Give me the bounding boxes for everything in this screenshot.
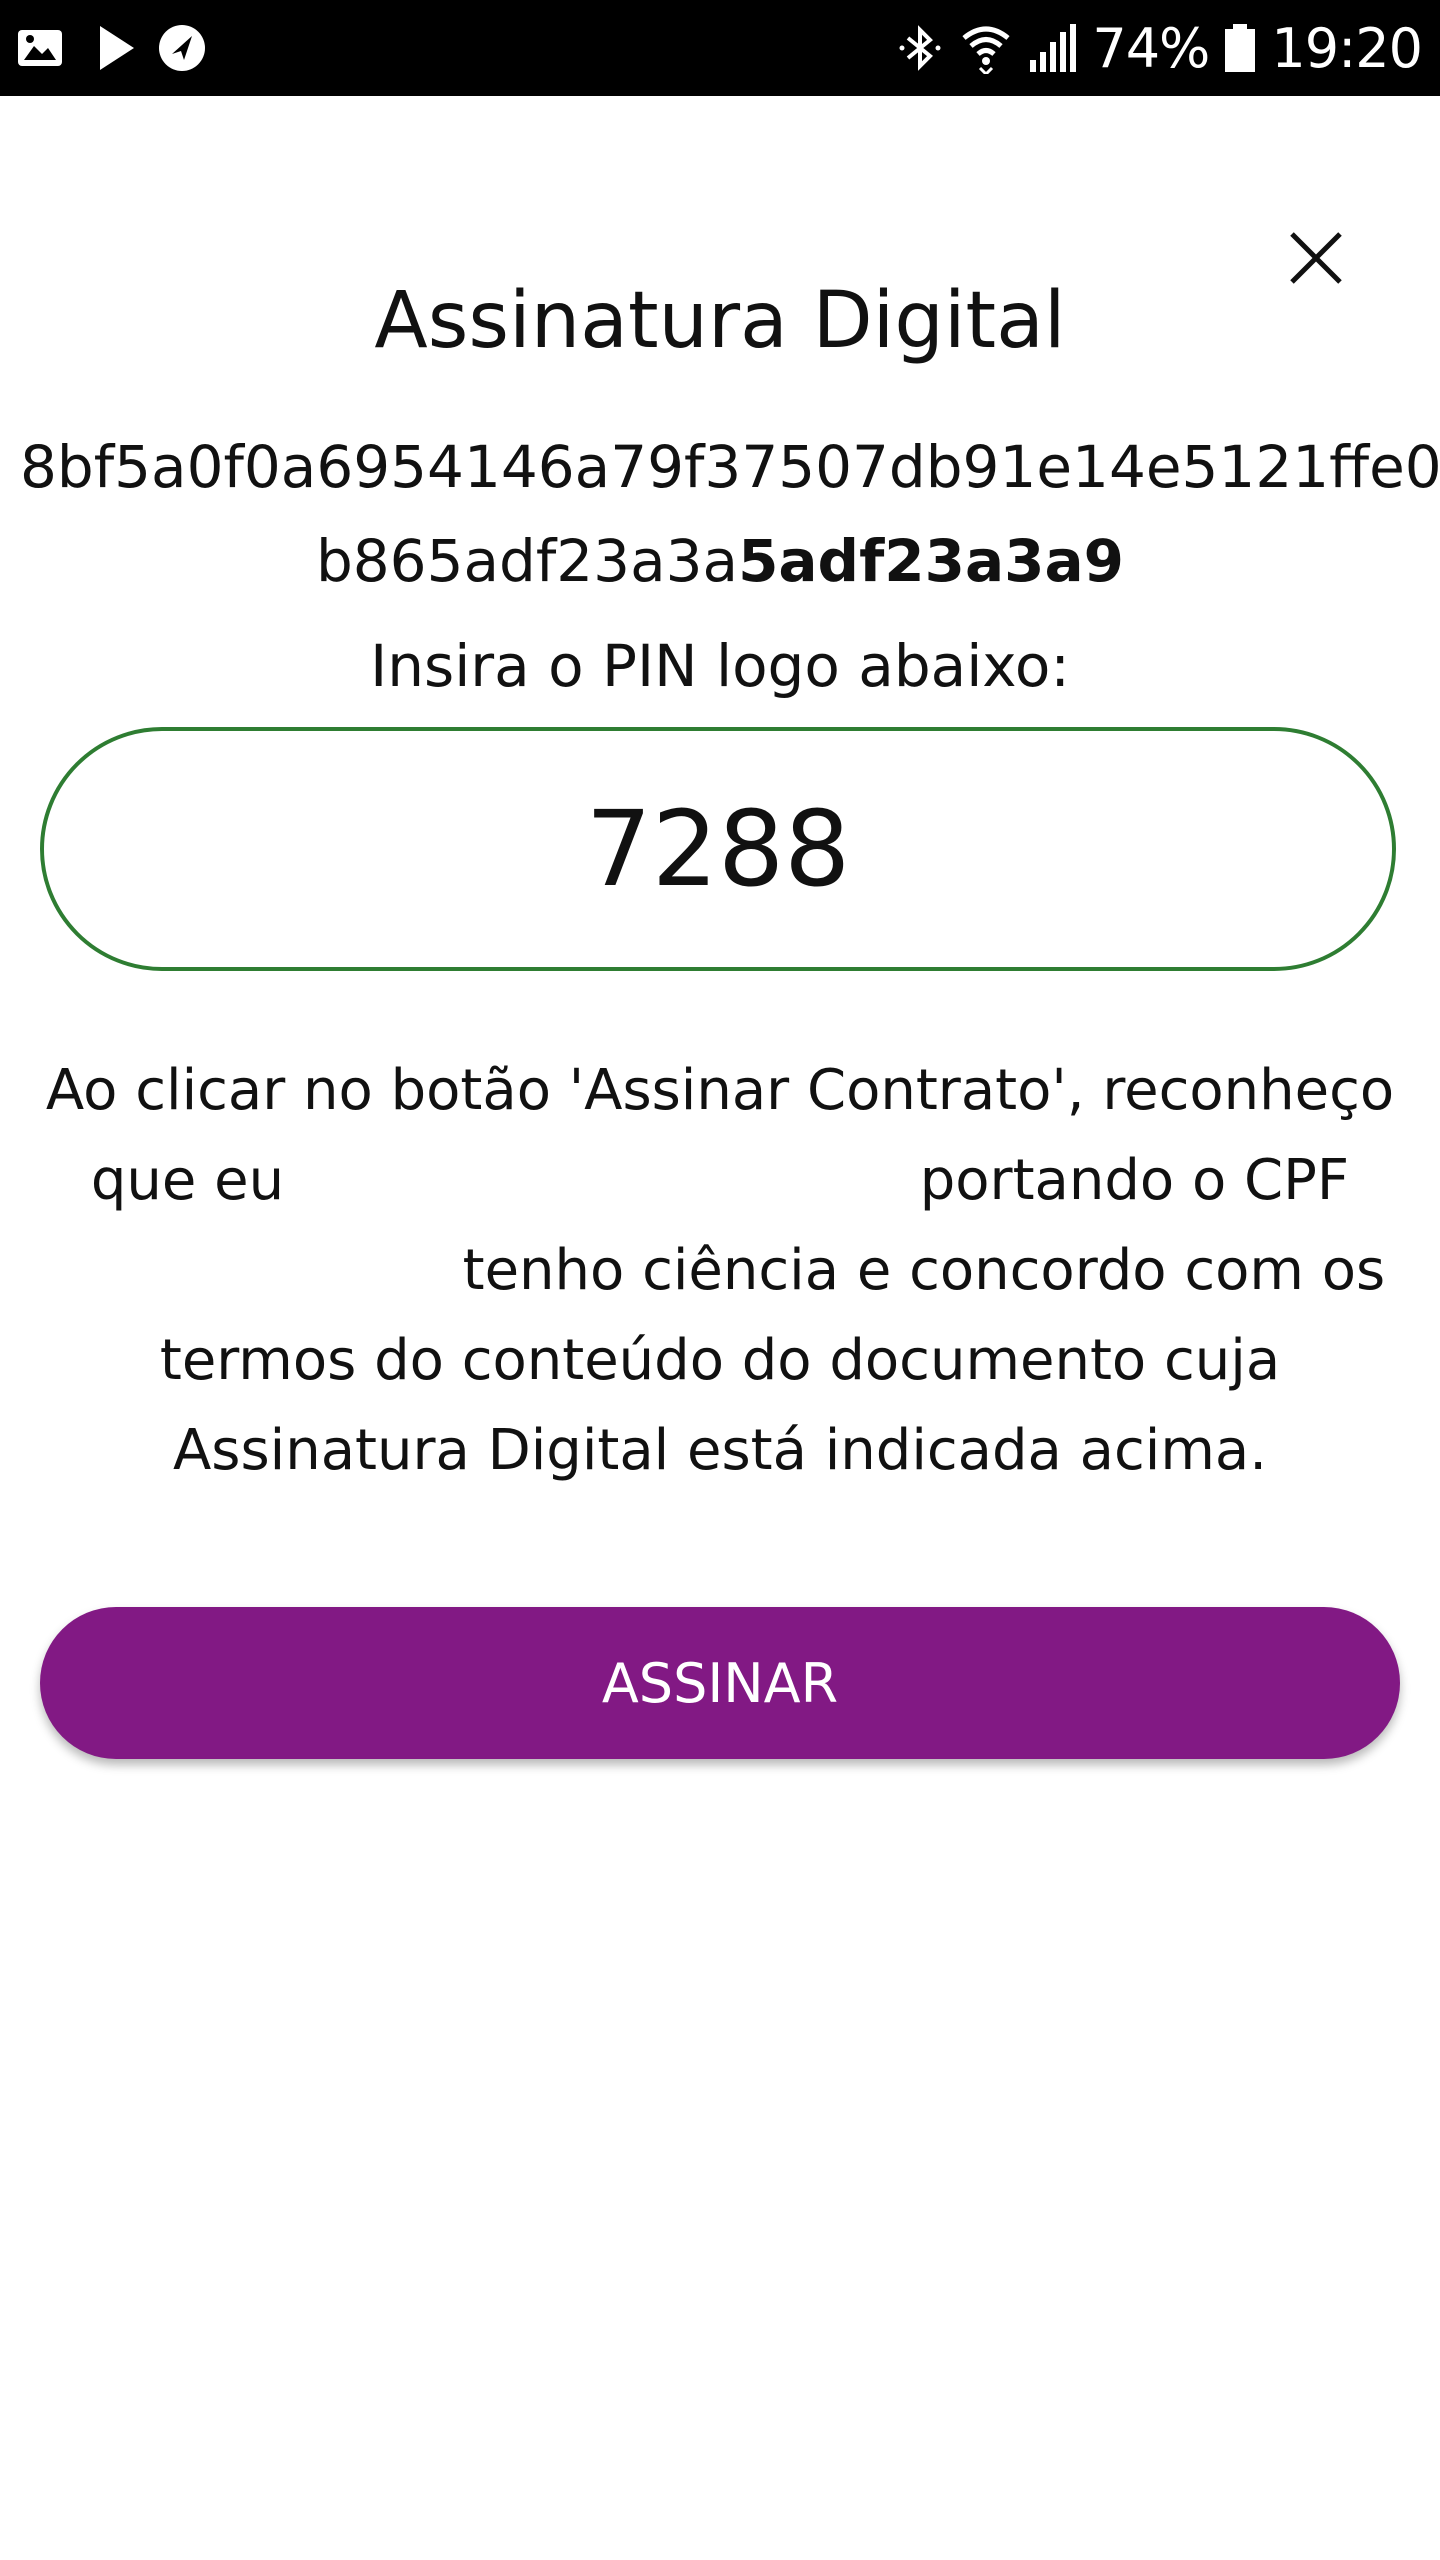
digital-signature-hash: 8bf5a0f0a6954146a79f37507db91e14e5121ffe…: [20, 420, 1440, 608]
consent-part-2: portando o CPF: [919, 1148, 1350, 1213]
navigation-icon: [159, 25, 205, 71]
battery-percent: 74%: [1092, 16, 1210, 80]
bluetooth-icon: [899, 25, 941, 71]
redacted-cpf: [54, 1243, 445, 1304]
sign-button[interactable]: ASSINAR: [40, 1607, 1400, 1759]
consent-text: Ao clicar no botão 'Assinar Contrato', r…: [40, 1046, 1400, 1496]
signal-icon: [1030, 24, 1077, 72]
pin-label: Insira o PIN logo abaixo:: [370, 632, 1070, 700]
image-icon: [18, 30, 62, 66]
hash-line-2-bold: 5adf23a3a9: [738, 527, 1125, 595]
play-store-icon: [100, 26, 134, 70]
sign-button-label: ASSINAR: [601, 1651, 839, 1715]
hash-line-1: 8bf5a0f0a6954146a79f37507db91e14e5121ffe…: [20, 433, 1440, 501]
wifi-icon: [962, 26, 1010, 74]
status-bar: 74% 19:20: [0, 0, 1440, 96]
battery-icon: [1225, 24, 1256, 72]
dialog-title: Assinatura Digital: [374, 276, 1066, 366]
hash-line-2: b865adf23a3a5adf23a3a9: [20, 514, 1420, 608]
clock: 19:20: [1271, 16, 1423, 80]
hash-line-2-normal: b865adf23a3a: [315, 527, 739, 595]
pin-input[interactable]: [40, 727, 1396, 971]
redacted-name: [301, 1153, 902, 1214]
